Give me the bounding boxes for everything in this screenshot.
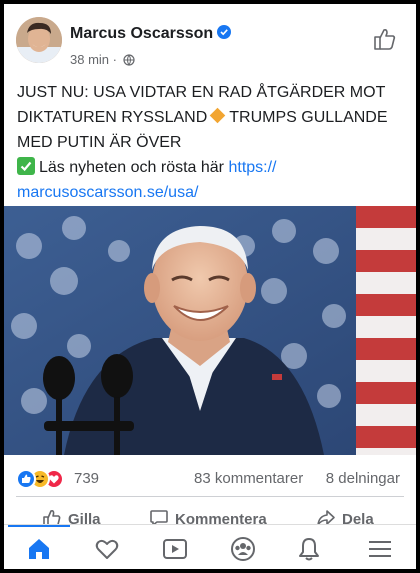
thumbs-up-outline-icon[interactable] [372,26,398,57]
cta-text: Läs nyheten och rösta här [39,159,225,176]
post-meta: 38 min · [70,52,135,69]
like-reaction-icon [16,469,36,489]
meta-separator: · [112,52,117,67]
orange-diamond-icon [209,107,226,124]
post-headline: JUST NU: USA VIDTAR EN RAD ÅTGÄRDER MOT … [17,80,409,155]
home-icon[interactable] [25,535,53,563]
bottom-navigation [4,524,416,569]
shares-count[interactable]: 8 delningar [326,470,400,487]
check-mark-icon [17,157,35,175]
reaction-icons[interactable] [16,469,72,489]
post-text: JUST NU: USA VIDTAR EN RAD ÅTGÄRDER MOT … [17,80,409,205]
post-cta: Läs nyheten och rösta här https:// marcu… [17,155,409,205]
menu-icon[interactable] [366,535,394,563]
heart-icon[interactable] [93,535,121,563]
bell-icon[interactable] [295,535,323,563]
reactions-summary: 739 83 kommentarer 8 delningar [4,460,416,500]
author-name[interactable]: Marcus Oscarsson [70,25,232,43]
video-icon[interactable] [161,535,189,563]
author-avatar[interactable] [16,17,62,63]
comments-count[interactable]: 83 kommentarer [194,470,303,487]
divider [16,496,404,497]
post-photo[interactable] [4,206,416,455]
globe-icon [123,54,135,69]
groups-icon[interactable] [229,535,257,563]
verified-badge-icon [217,25,232,39]
reaction-count[interactable]: 739 [74,470,99,487]
post-header: Marcus Oscarsson 38 min · [4,4,416,72]
author-name-text[interactable]: Marcus Oscarsson [70,25,213,42]
active-tab-indicator [8,525,70,527]
facebook-post-screen: Marcus Oscarsson 38 min · JUST NU: USA V… [4,4,416,569]
post-time[interactable]: 38 min [70,52,109,67]
